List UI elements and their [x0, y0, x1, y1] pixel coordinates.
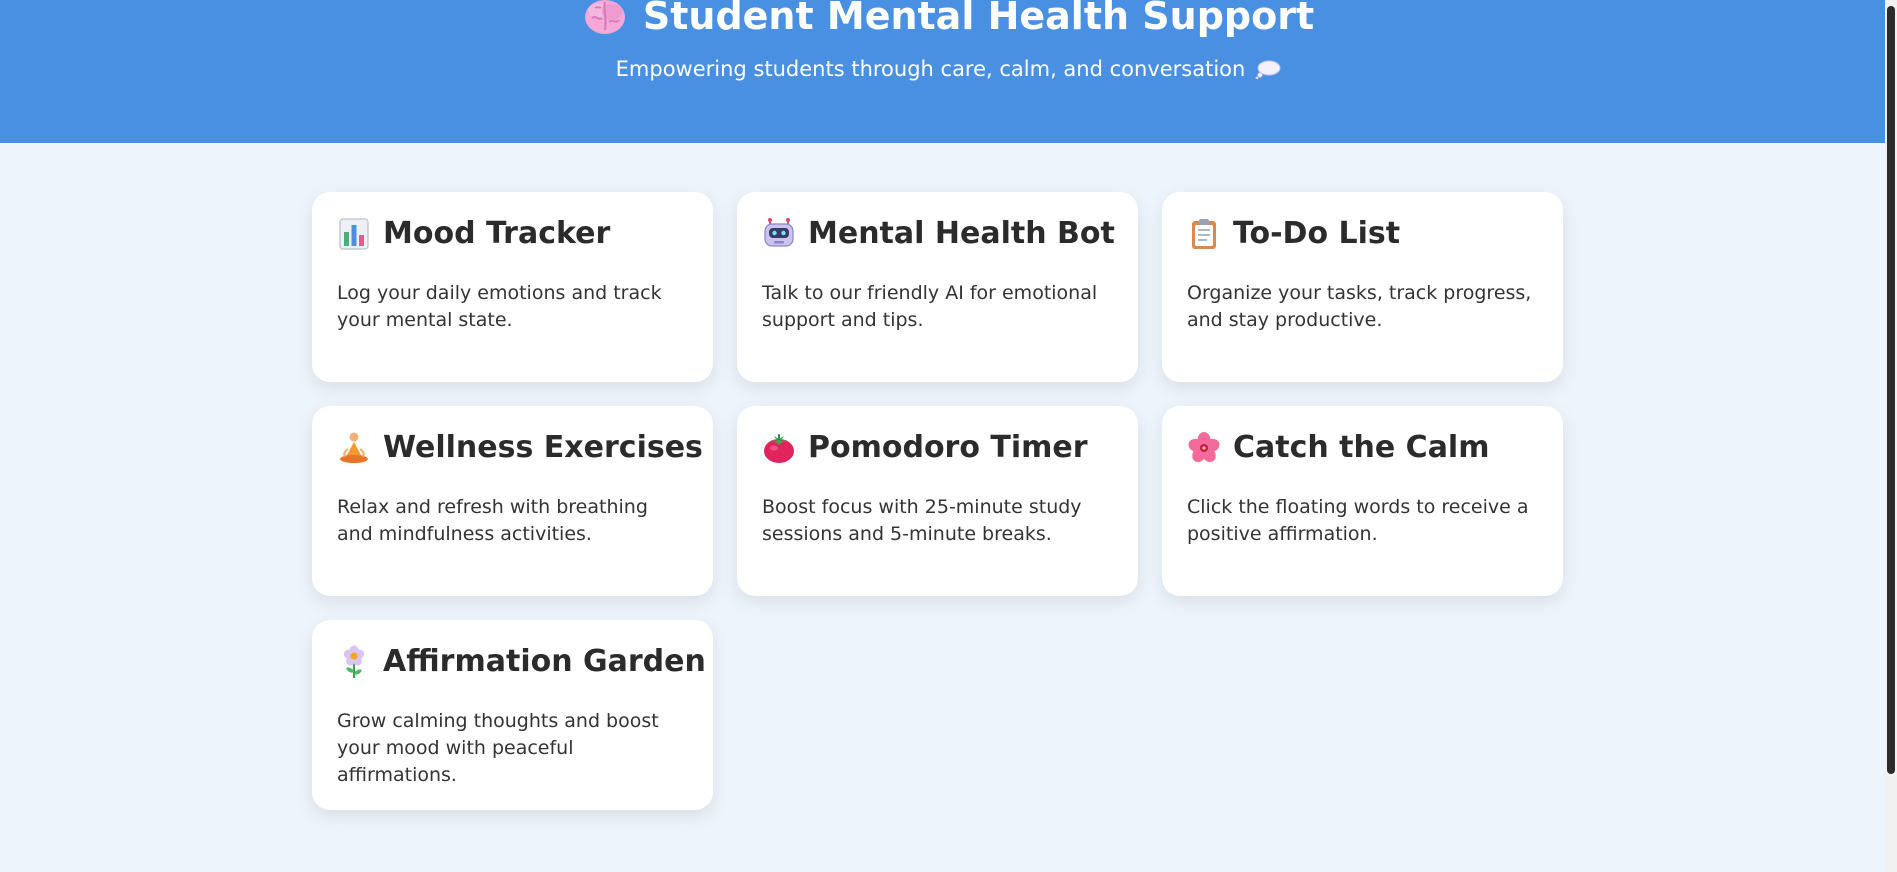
card-title: Wellness Exercises — [383, 430, 703, 465]
card-title: Affirmation Garden — [383, 644, 706, 679]
card-to-do-list[interactable]: To-Do List Organize your tasks, track pr… — [1162, 192, 1563, 382]
page-header: Student Mental Health Support Empowering… — [0, 0, 1897, 143]
title-row: Student Mental Health Support — [0, 0, 1897, 46]
card-catch-the-calm[interactable]: Catch the Calm Click the floating words … — [1162, 406, 1563, 596]
card-description: Organize your tasks, track progress, and… — [1187, 282, 1532, 331]
card-title: Catch the Calm — [1233, 430, 1490, 465]
card-title: To-Do List — [1233, 216, 1401, 251]
card-mental-health-bot[interactable]: Mental Health Bot Talk to our friendly A… — [737, 192, 1138, 382]
card-wellness-exercises[interactable]: Wellness Exercises Relax and refresh wit… — [312, 406, 713, 596]
brain-icon — [584, 0, 625, 34]
card-header: Affirmation Garden — [337, 642, 706, 682]
page-scrollbar[interactable] — [1885, 0, 1897, 872]
bar-chart-icon — [339, 218, 369, 250]
page-subtitle: Empowering students through care, calm, … — [615, 57, 1246, 81]
card-description: Log your daily emotions and track your m… — [337, 282, 662, 331]
card-header: Mental Health Bot — [762, 214, 1115, 254]
card-description: Grow calming thoughts and boost your moo… — [337, 710, 659, 786]
card-description: Boost focus with 25-minute study session… — [762, 496, 1082, 545]
card-description: Relax and refresh with breathing and min… — [337, 496, 648, 545]
hibiscus-icon — [1188, 432, 1220, 462]
flower-icon — [343, 645, 365, 678]
card-title: Mood Tracker — [383, 216, 611, 251]
meditation-icon — [340, 432, 368, 463]
robot-icon — [764, 218, 794, 247]
subtitle-row: Empowering students through care, calm, … — [0, 53, 1897, 85]
feature-card-grid: Mood Tracker Log your daily emotions and… — [312, 192, 1565, 810]
card-header: Catch the Calm — [1187, 428, 1538, 468]
card-title: Pomodoro Timer — [808, 430, 1088, 465]
card-header: Mood Tracker — [337, 214, 688, 254]
card-description: Click the floating words to receive a po… — [1187, 496, 1529, 545]
speech-bubble-icon — [1255, 60, 1281, 79]
page-title: Student Mental Health Support — [642, 0, 1315, 38]
card-title: Mental Health Bot — [808, 216, 1115, 251]
card-affirmation-garden[interactable]: Affirmation Garden Grow calming thoughts… — [312, 620, 713, 810]
card-header: To-Do List — [1187, 214, 1538, 254]
scrollbar-thumb[interactable] — [1887, 6, 1895, 774]
card-header: Pomodoro Timer — [762, 428, 1113, 468]
card-pomodoro-timer[interactable]: Pomodoro Timer Boost focus with 25-minut… — [737, 406, 1138, 596]
card-mood-tracker[interactable]: Mood Tracker Log your daily emotions and… — [312, 192, 713, 382]
clipboard-icon — [1192, 219, 1216, 249]
card-description: Talk to our friendly AI for emotional su… — [762, 282, 1098, 331]
card-header: Wellness Exercises — [337, 428, 703, 468]
tomato-icon — [764, 434, 794, 463]
